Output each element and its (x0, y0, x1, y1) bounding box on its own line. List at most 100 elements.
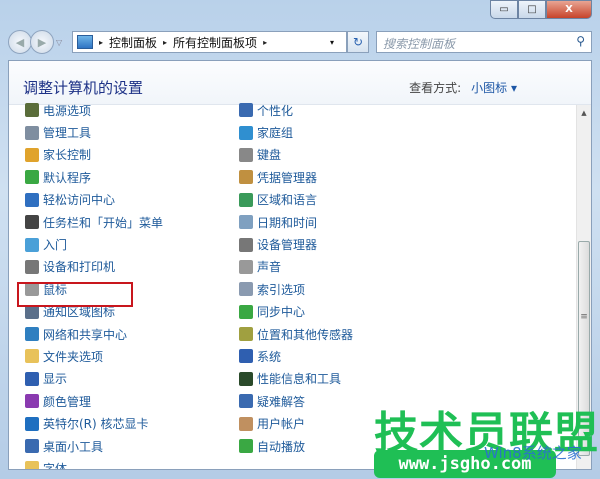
control-panel-item[interactable]: 系统 (239, 345, 353, 367)
control-panel-item[interactable]: 入门 (25, 233, 163, 255)
item-label: 疑难解答 (257, 394, 306, 409)
item-label: 索引选项 (257, 282, 306, 297)
control-panel-item[interactable]: 管理工具 (25, 121, 163, 143)
control-panel-item[interactable]: 桌面小工具 (25, 435, 163, 457)
item-label: 文件夹选项 (43, 349, 104, 364)
control-panel-item[interactable]: 性能信息和工具 (239, 368, 353, 390)
item-icon (25, 327, 39, 342)
search-placeholder: 搜索控制面板 (383, 37, 456, 51)
control-panel-item[interactable]: 字体 (25, 457, 163, 470)
item-label: 网络和共享中心 (43, 327, 128, 342)
view-by-dropdown[interactable]: 小图标 ▾ (471, 79, 517, 96)
item-label: 入门 (43, 238, 68, 253)
item-icon (25, 461, 39, 469)
control-panel-item[interactable]: 轻松访问中心 (25, 189, 163, 211)
control-panel-item[interactable]: 默认程序 (25, 166, 163, 188)
item-icon (25, 394, 39, 409)
control-panel-item[interactable]: 电源选项 (25, 99, 163, 121)
control-panel-item[interactable]: 个性化 (239, 99, 353, 121)
forward-button[interactable]: ▶ (30, 30, 54, 54)
item-label: 位置和其他传感器 (257, 327, 354, 342)
control-panel-item[interactable]: 键盘 (239, 144, 353, 166)
control-panel-item[interactable]: 日期和时间 (239, 211, 353, 233)
breadcrumb-separator-icon[interactable]: ▸ (99, 38, 103, 47)
recent-pages-dropdown[interactable]: ▽ (56, 38, 62, 47)
item-icon (25, 147, 39, 162)
breadcrumb-separator-icon[interactable]: ▸ (263, 38, 267, 47)
item-label: 设备管理器 (257, 238, 318, 253)
search-input[interactable]: 搜索控制面板 ⚲ (376, 31, 592, 53)
breadcrumb-control-panel[interactable]: 控制面板 (109, 34, 157, 51)
title-bar: ▭ □ X (0, 0, 600, 28)
control-panel-item[interactable]: 显示 (25, 368, 163, 390)
item-label: 区域和语言 (257, 193, 318, 208)
item-icon (239, 349, 253, 364)
item-label: 性能信息和工具 (257, 372, 342, 387)
item-label: 个性化 (257, 103, 294, 118)
item-label: 凭据管理器 (257, 170, 318, 185)
control-panel-item[interactable]: 用户帐户 (239, 412, 353, 434)
item-icon (25, 259, 39, 274)
item-icon (239, 327, 253, 342)
item-label: 家长控制 (43, 148, 92, 163)
navigation-buttons: ◀ ▶ ▽ (8, 30, 62, 54)
item-label: 声音 (257, 260, 282, 275)
address-bar[interactable]: ▸ 控制面板 ▸ 所有控制面板项 ▸ ▾ (72, 31, 347, 53)
search-icon[interactable]: ⚲ (576, 34, 585, 48)
control-panel-item[interactable]: 家长控制 (25, 144, 163, 166)
item-label: 颜色管理 (43, 394, 92, 409)
item-icon (239, 282, 253, 297)
minimize-button[interactable]: ▭ (490, 0, 518, 19)
control-panel-item[interactable]: 家庭组 (239, 121, 353, 143)
control-panel-item[interactable]: 文件夹选项 (25, 345, 163, 367)
back-button[interactable]: ◀ (8, 30, 32, 54)
item-icon (239, 147, 253, 162)
refresh-button[interactable]: ↻ (347, 31, 369, 53)
item-label: 管理工具 (43, 126, 92, 141)
item-label: 键盘 (257, 148, 282, 163)
control-panel-item[interactable]: 设备和打印机 (25, 256, 163, 278)
control-panel-item[interactable]: 颜色管理 (25, 390, 163, 412)
breadcrumb-all-items[interactable]: 所有控制面板项 (173, 34, 257, 51)
item-icon (239, 371, 253, 386)
close-button[interactable]: X (546, 0, 592, 19)
control-panel-item[interactable]: 索引选项 (239, 278, 353, 300)
item-label: 自动播放 (257, 439, 306, 454)
breadcrumb-separator-icon[interactable]: ▸ (163, 38, 167, 47)
right-column: 个性化家庭组键盘凭据管理器区域和语言日期和时间设备管理器声音索引选项同步中心位置… (239, 103, 353, 457)
item-icon (25, 170, 39, 185)
control-panel-item[interactable]: 凭据管理器 (239, 166, 353, 188)
control-panel-item[interactable]: 网络和共享中心 (25, 323, 163, 345)
content-pane: 调整计算机的设置 查看方式: 小图标 ▾ 电源选项 管理工具 家长控制 默认程序 轻松访… (8, 60, 592, 470)
item-label: 电源选项 (43, 103, 92, 118)
control-panel-item[interactable]: 英特尔(R) 核芯显卡 (25, 412, 163, 434)
item-icon (239, 215, 253, 230)
mouse-item-highlight (17, 282, 133, 307)
control-panel-item[interactable]: 自动播放 (239, 435, 353, 457)
item-label: 设备和打印机 (43, 260, 116, 275)
item-icon (25, 215, 39, 230)
scroll-up-icon[interactable]: ▲ (577, 105, 591, 121)
control-panel-item[interactable]: 同步中心 (239, 301, 353, 323)
scrollbar-thumb[interactable]: ≡ (578, 241, 590, 456)
item-icon (25, 371, 39, 386)
address-dropdown-icon[interactable]: ▾ (330, 38, 334, 47)
item-label: 字体 (43, 461, 68, 470)
page-title: 调整计算机的设置 (23, 79, 144, 97)
vertical-scrollbar[interactable]: ▲ ≡ (576, 105, 591, 469)
control-panel-icon (77, 35, 93, 49)
item-icon (239, 237, 253, 252)
item-icon (239, 103, 253, 118)
control-panel-item[interactable]: 位置和其他传感器 (239, 323, 353, 345)
control-panel-item[interactable]: 疑难解答 (239, 390, 353, 412)
control-panel-item[interactable]: 区域和语言 (239, 189, 353, 211)
control-panel-item[interactable]: 任务栏和「开始」菜单 (25, 211, 163, 233)
item-label: 桌面小工具 (43, 439, 104, 454)
item-icon (239, 439, 253, 454)
control-panel-item[interactable]: 设备管理器 (239, 233, 353, 255)
item-icon (25, 125, 39, 140)
item-label: 用户帐户 (257, 417, 306, 432)
maximize-button[interactable]: □ (518, 0, 546, 19)
item-icon (25, 103, 39, 118)
control-panel-item[interactable]: 声音 (239, 256, 353, 278)
